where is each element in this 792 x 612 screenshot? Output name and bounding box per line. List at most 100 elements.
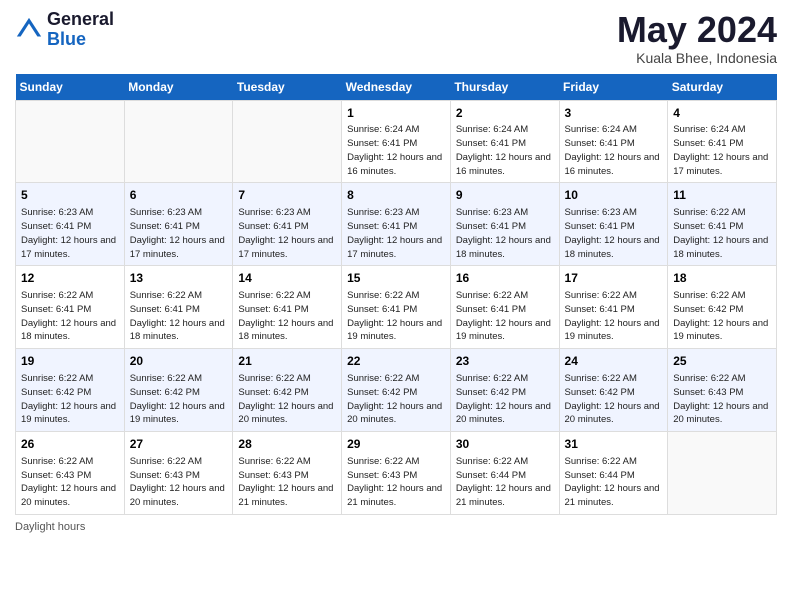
day-number: 6: [130, 187, 228, 204]
day-info: Sunrise: 6:24 AM Sunset: 6:41 PM Dayligh…: [565, 123, 663, 178]
day-number: 18: [673, 270, 771, 287]
day-number: 12: [21, 270, 119, 287]
calendar-cell: [16, 100, 125, 183]
calendar-cell: 30 Sunrise: 6:22 AM Sunset: 6:44 PM Dayli…: [450, 432, 559, 515]
day-number: 30: [456, 436, 554, 453]
calendar-cell: [668, 432, 777, 515]
month-title: May 2024: [617, 10, 777, 50]
day-info: Sunrise: 6:23 AM Sunset: 6:41 PM Dayligh…: [238, 206, 336, 261]
calendar-week-row: 12 Sunrise: 6:22 AM Sunset: 6:41 PM Dayli…: [16, 266, 777, 349]
logo-blue: Blue: [47, 30, 114, 50]
day-number: 8: [347, 187, 445, 204]
day-info: Sunrise: 6:22 AM Sunset: 6:43 PM Dayligh…: [238, 455, 336, 510]
day-info: Sunrise: 6:23 AM Sunset: 6:41 PM Dayligh…: [565, 206, 663, 261]
calendar-cell: 18 Sunrise: 6:22 AM Sunset: 6:42 PM Dayli…: [668, 266, 777, 349]
day-number: 26: [21, 436, 119, 453]
day-info: Sunrise: 6:22 AM Sunset: 6:43 PM Dayligh…: [673, 372, 771, 427]
calendar-cell: 5Sunrise: 6:23 AM Sunset: 6:41 PM Daylig…: [16, 183, 125, 266]
day-number: 24: [565, 353, 663, 370]
calendar-cell: 28 Sunrise: 6:22 AM Sunset: 6:43 PM Dayli…: [233, 432, 342, 515]
calendar-cell: 6 Sunrise: 6:23 AM Sunset: 6:41 PM Daylig…: [124, 183, 233, 266]
day-info: Sunrise: 6:24 AM Sunset: 6:41 PM Dayligh…: [347, 123, 445, 178]
day-info: Sunrise: 6:22 AM Sunset: 6:41 PM Dayligh…: [238, 289, 336, 344]
calendar-week-row: 1Sunrise: 6:24 AM Sunset: 6:41 PM Daylig…: [16, 100, 777, 183]
calendar-cell: 27 Sunrise: 6:22 AM Sunset: 6:43 PM Dayli…: [124, 432, 233, 515]
location: Kuala Bhee, Indonesia: [617, 50, 777, 66]
calendar-cell: 15Sunrise: 6:22 AM Sunset: 6:41 PM Dayli…: [342, 266, 451, 349]
day-number: 23: [456, 353, 554, 370]
logo: General Blue: [15, 10, 114, 50]
page: General Blue May 2024 Kuala Bhee, Indone…: [0, 0, 792, 612]
day-info: Sunrise: 6:22 AM Sunset: 6:41 PM Dayligh…: [456, 289, 554, 344]
day-info: Sunrise: 6:22 AM Sunset: 6:42 PM Dayligh…: [565, 372, 663, 427]
calendar-cell: 22Sunrise: 6:22 AM Sunset: 6:42 PM Dayli…: [342, 349, 451, 432]
footer: Daylight hours: [15, 521, 777, 533]
day-number: 1: [347, 105, 445, 122]
calendar-cell: 26 Sunrise: 6:22 AM Sunset: 6:43 PM Dayli…: [16, 432, 125, 515]
day-number: 2: [456, 105, 554, 122]
day-number: 14: [238, 270, 336, 287]
calendar-day-header: Sunday: [16, 74, 125, 101]
day-info: Sunrise: 6:22 AM Sunset: 6:43 PM Dayligh…: [347, 455, 445, 510]
day-info: Sunrise: 6:22 AM Sunset: 6:44 PM Dayligh…: [456, 455, 554, 510]
calendar-cell: 24 Sunrise: 6:22 AM Sunset: 6:42 PM Dayli…: [559, 349, 668, 432]
calendar-cell: 29 Sunrise: 6:22 AM Sunset: 6:43 PM Dayli…: [342, 432, 451, 515]
day-info: Sunrise: 6:22 AM Sunset: 6:42 PM Dayligh…: [673, 289, 771, 344]
calendar-cell: 2Sunrise: 6:24 AM Sunset: 6:41 PM Daylig…: [450, 100, 559, 183]
calendar-day-header: Saturday: [668, 74, 777, 101]
day-number: 31: [565, 436, 663, 453]
day-info: Sunrise: 6:24 AM Sunset: 6:41 PM Dayligh…: [673, 123, 771, 178]
day-info: Sunrise: 6:22 AM Sunset: 6:41 PM Dayligh…: [130, 289, 228, 344]
day-number: 29: [347, 436, 445, 453]
day-number: 11: [673, 187, 771, 204]
calendar-cell: 19Sunrise: 6:22 AM Sunset: 6:42 PM Dayli…: [16, 349, 125, 432]
calendar-cell: [233, 100, 342, 183]
calendar-cell: 20 Sunrise: 6:22 AM Sunset: 6:42 PM Dayli…: [124, 349, 233, 432]
day-info: Sunrise: 6:22 AM Sunset: 6:44 PM Dayligh…: [565, 455, 663, 510]
calendar-day-header: Tuesday: [233, 74, 342, 101]
day-info: Sunrise: 6:22 AM Sunset: 6:41 PM Dayligh…: [673, 206, 771, 261]
day-info: Sunrise: 6:22 AM Sunset: 6:43 PM Dayligh…: [21, 455, 119, 510]
day-number: 27: [130, 436, 228, 453]
header: General Blue May 2024 Kuala Bhee, Indone…: [15, 10, 777, 66]
day-number: 17: [565, 270, 663, 287]
day-number: 13: [130, 270, 228, 287]
calendar-header-row: SundayMondayTuesdayWednesdayThursdayFrid…: [16, 74, 777, 101]
day-info: Sunrise: 6:23 AM Sunset: 6:41 PM Dayligh…: [347, 206, 445, 261]
day-number: 22: [347, 353, 445, 370]
day-info: Sunrise: 6:23 AM Sunset: 6:41 PM Dayligh…: [130, 206, 228, 261]
calendar-day-header: Friday: [559, 74, 668, 101]
calendar-cell: 11 Sunrise: 6:22 AM Sunset: 6:41 PM Dayli…: [668, 183, 777, 266]
calendar-cell: 23Sunrise: 6:22 AM Sunset: 6:42 PM Dayli…: [450, 349, 559, 432]
calendar-table: SundayMondayTuesdayWednesdayThursdayFrid…: [15, 74, 777, 515]
day-number: 25: [673, 353, 771, 370]
calendar-cell: [124, 100, 233, 183]
calendar-cell: 10Sunrise: 6:23 AM Sunset: 6:41 PM Dayli…: [559, 183, 668, 266]
day-number: 16: [456, 270, 554, 287]
day-info: Sunrise: 6:22 AM Sunset: 6:43 PM Dayligh…: [130, 455, 228, 510]
calendar-cell: 16 Sunrise: 6:22 AM Sunset: 6:41 PM Dayli…: [450, 266, 559, 349]
calendar-cell: 3Sunrise: 6:24 AM Sunset: 6:41 PM Daylig…: [559, 100, 668, 183]
day-number: 4: [673, 105, 771, 122]
calendar-cell: 4Sunrise: 6:24 AM Sunset: 6:41 PM Daylig…: [668, 100, 777, 183]
calendar-cell: 17Sunrise: 6:22 AM Sunset: 6:41 PM Dayli…: [559, 266, 668, 349]
day-number: 19: [21, 353, 119, 370]
logo-icon: [15, 16, 43, 44]
title-area: May 2024 Kuala Bhee, Indonesia: [617, 10, 777, 66]
day-info: Sunrise: 6:22 AM Sunset: 6:42 PM Dayligh…: [238, 372, 336, 427]
day-info: Sunrise: 6:22 AM Sunset: 6:42 PM Dayligh…: [130, 372, 228, 427]
day-info: Sunrise: 6:22 AM Sunset: 6:41 PM Dayligh…: [21, 289, 119, 344]
day-number: 21: [238, 353, 336, 370]
day-number: 20: [130, 353, 228, 370]
calendar-cell: 12 Sunrise: 6:22 AM Sunset: 6:41 PM Dayli…: [16, 266, 125, 349]
day-number: 3: [565, 105, 663, 122]
calendar-cell: 7Sunrise: 6:23 AM Sunset: 6:41 PM Daylig…: [233, 183, 342, 266]
calendar-cell: 25 Sunrise: 6:22 AM Sunset: 6:43 PM Dayli…: [668, 349, 777, 432]
logo-text: General Blue: [47, 10, 114, 50]
day-info: Sunrise: 6:24 AM Sunset: 6:41 PM Dayligh…: [456, 123, 554, 178]
logo-general: General: [47, 10, 114, 30]
calendar-cell: 8 Sunrise: 6:23 AM Sunset: 6:41 PM Daylig…: [342, 183, 451, 266]
calendar-cell: 14 Sunrise: 6:22 AM Sunset: 6:41 PM Dayli…: [233, 266, 342, 349]
day-number: 28: [238, 436, 336, 453]
calendar-cell: 13 Sunrise: 6:22 AM Sunset: 6:41 PM Dayli…: [124, 266, 233, 349]
